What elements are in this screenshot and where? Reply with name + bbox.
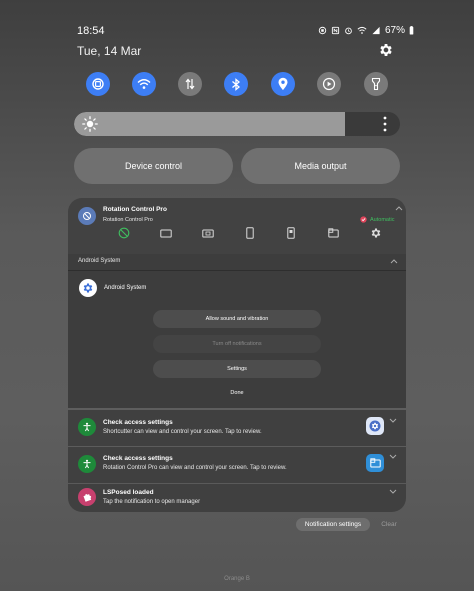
expand-chevron-icon[interactable] [389,454,397,460]
android-system-app-name: Android System [104,285,147,291]
notification-title: Check access settings [103,419,173,426]
bluetooth-icon [232,77,241,91]
rotation-app-title: Rotation Control Pro [103,206,167,213]
more-options-icon[interactable] [382,115,388,133]
brightness-fill [74,112,345,136]
rotation-app-subtitle: Rotation Control Pro [103,217,153,223]
toggle-location[interactable] [271,72,295,96]
settings-gear-icon[interactable] [378,42,394,58]
carrier-label: Orange B [224,576,250,582]
notification-title: LSPosed loaded [103,489,154,496]
portrait-mode-icon[interactable] [246,227,254,239]
accessibility-icon [83,422,91,432]
reverse-portrait-mode-icon[interactable] [287,227,295,239]
rotation-settings-gear-icon[interactable] [370,227,382,239]
flashlight-icon [371,77,381,91]
android-system-gear-icon [83,283,93,293]
brightness-sun-icon [82,116,98,132]
status-icons: 67% [318,25,414,36]
nfc-icon [331,26,340,35]
rotation-app-avatar [78,207,96,225]
rotation-app-icon [83,212,91,220]
toggle-auto-rotate[interactable] [86,72,110,96]
expand-chevron-icon[interactable] [389,418,397,424]
media-output-button[interactable]: Media output [241,148,400,184]
android-system-section-title: Android System [78,258,121,264]
notification-body: Rotation Control Pro can view and contro… [103,465,287,471]
android-system-avatar [79,279,97,297]
sensor-mode-icon[interactable] [328,228,339,238]
android-system-panel [68,254,406,408]
device-control-button[interactable]: Device control [74,148,233,184]
expand-chevron-icon[interactable] [389,489,397,495]
media-play-icon [322,77,336,91]
signal-icon [372,26,380,35]
auto-rotate-mode-icon[interactable] [118,227,130,239]
allow-sound-vibration-button[interactable]: Allow sound and vibration [153,310,321,328]
battery-icon [409,26,414,35]
notification-body: Shortcutter can view and control your sc… [103,429,262,435]
notification-settings-button[interactable]: Notification settings [296,518,370,531]
rotation-icon [92,78,104,90]
shortcutter-app-icon [366,417,384,435]
date-label: Tue, 14 Mar [77,44,142,58]
toggle-wifi[interactable] [132,72,156,96]
status-time: 18:54 [77,25,105,37]
wifi-icon [357,26,367,34]
alarm-icon [345,27,352,35]
lsposed-avatar [78,488,96,506]
notification-title: Check access settings [103,455,173,462]
collapse-chevron-icon[interactable] [395,205,403,211]
check-access-notification-shortcutter[interactable] [68,410,406,446]
section-divider [68,270,406,271]
turn-off-notifications-button[interactable]: Turn off notifications [153,335,321,353]
toggle-media[interactable] [317,72,341,96]
rotation-control-app-icon [366,454,384,472]
accessibility-avatar [78,418,96,436]
accessibility-avatar [78,455,96,473]
automatic-icon [360,216,367,223]
clear-button[interactable]: Clear [378,518,400,531]
toggle-mobile-data[interactable] [178,72,202,96]
done-button[interactable]: Done [153,390,321,396]
lsposed-puzzle-icon [83,494,92,502]
battery-percent: 67% [385,25,406,36]
notification-body: Tap the notification to open manager [103,499,201,505]
brightness-slider[interactable] [74,112,400,136]
accessibility-icon [83,459,91,469]
location-icon [278,77,288,90]
mobile-data-icon [185,78,195,90]
rotation-lock-icon [318,26,327,35]
shortcutter-gear-icon [369,420,381,432]
automatic-label: Automatic [370,216,395,223]
automatic-indicator: Automatic [360,216,394,223]
toggle-bluetooth[interactable] [224,72,248,96]
reverse-landscape-mode-icon[interactable] [202,229,214,238]
wifi-icon [137,79,151,89]
landscape-mode-icon[interactable] [160,229,172,238]
android-section-chevron-icon[interactable] [390,258,398,264]
toggle-flashlight[interactable] [364,72,388,96]
rotation-screen-icon [369,458,381,468]
android-settings-button[interactable]: Settings [153,360,321,378]
